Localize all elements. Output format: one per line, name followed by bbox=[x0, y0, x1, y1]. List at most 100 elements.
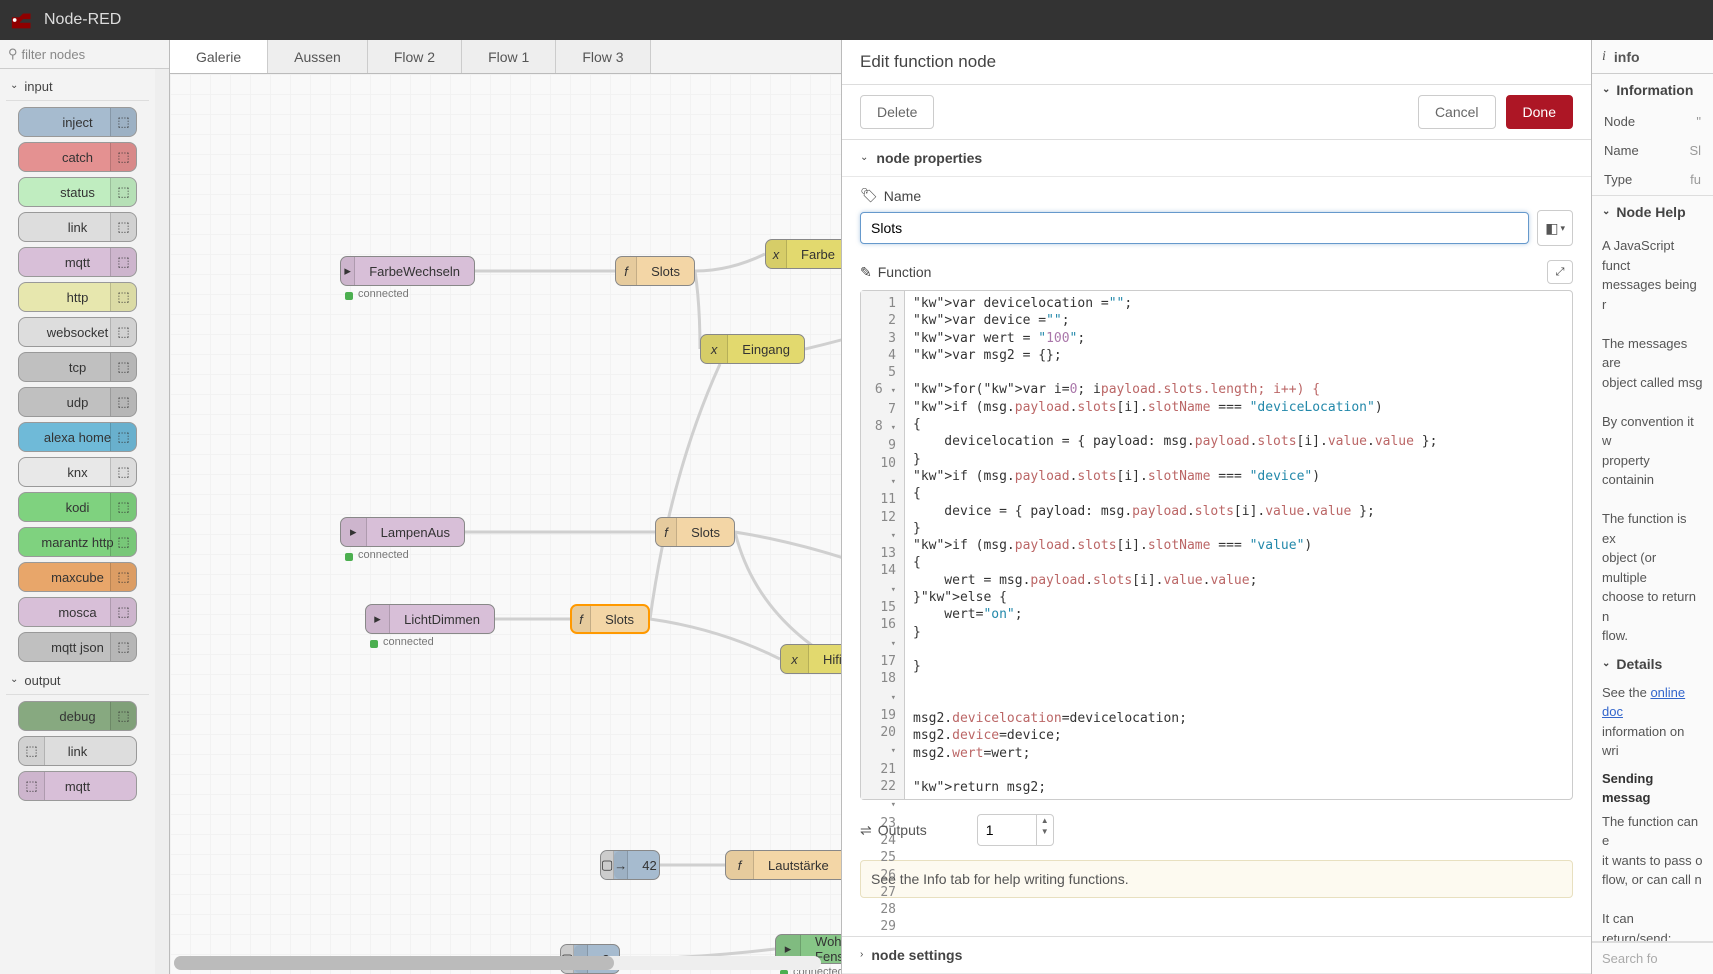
outputs-label: ⇌Outputs bbox=[860, 822, 927, 839]
node-type-icon: ⬚ bbox=[110, 108, 136, 136]
palette-filter[interactable]: ⚲ filter nodes bbox=[0, 40, 169, 69]
node-type-icon: ⬚ bbox=[110, 143, 136, 171]
delete-button[interactable]: Delete bbox=[860, 95, 934, 129]
node-icon: x bbox=[781, 645, 809, 673]
node-type-icon: ⬚ bbox=[110, 388, 136, 416]
node-type-icon: ⬚ bbox=[110, 213, 136, 241]
node-icon: ◧ bbox=[1545, 220, 1558, 237]
node-type-icon: ⬚ bbox=[110, 493, 136, 521]
tab-aussen[interactable]: Aussen bbox=[268, 40, 368, 73]
node-help-section[interactable]: ⌄Node Help bbox=[1592, 196, 1713, 228]
flow-node-farbe_sw[interactable]: xFarbe bbox=[765, 239, 841, 269]
tab-flow-3[interactable]: Flow 3 bbox=[556, 40, 650, 73]
palette-node-kodi[interactable]: ⬚kodi bbox=[18, 492, 137, 522]
search-icon: ⚲ bbox=[8, 46, 18, 62]
name-input[interactable] bbox=[860, 212, 1529, 244]
palette-node-knx[interactable]: ⬚knx bbox=[18, 457, 137, 487]
node-type-icon: ⬚ bbox=[110, 528, 136, 556]
flow-node-eingang[interactable]: xEingang bbox=[700, 334, 805, 364]
editor-title: Edit function node bbox=[842, 40, 1591, 85]
node-type-icon: ⬚ bbox=[110, 283, 136, 311]
node-icon: f bbox=[656, 518, 677, 546]
palette-node-link[interactable]: ⬚link bbox=[18, 736, 137, 766]
palette-node-mqtt[interactable]: ⬚mqtt bbox=[18, 771, 137, 801]
tag-icon: 🏷 bbox=[860, 187, 878, 204]
node-type-icon: ⬚ bbox=[110, 353, 136, 381]
node-type-icon: ⬚ bbox=[110, 178, 136, 206]
spinner-down[interactable]: ▼ bbox=[1037, 826, 1053, 837]
flow-node-slots2[interactable]: fSlots bbox=[655, 517, 735, 547]
node-type-icon: ⬚ bbox=[110, 248, 136, 276]
info-panel: i info ⌄Information Node"NameSlTypefu ⌄N… bbox=[1591, 40, 1713, 974]
node-editor-panel: Edit function node Delete Cancel Done ⌄ … bbox=[841, 40, 1591, 974]
palette-node-catch[interactable]: ⬚catch bbox=[18, 142, 137, 172]
palette-node-tcp[interactable]: ⬚tcp bbox=[18, 352, 137, 382]
node-type-icon: ⬚ bbox=[110, 318, 136, 346]
flow-tabs: GalerieAussenFlow 2Flow 1Flow 3 bbox=[170, 40, 841, 74]
info-icon: i bbox=[1602, 49, 1606, 65]
palette-node-alexa-home[interactable]: ⬚alexa home bbox=[18, 422, 137, 452]
tab-flow-1[interactable]: Flow 1 bbox=[462, 40, 556, 73]
node-type-icon: ⬚ bbox=[110, 458, 136, 486]
palette-node-debug[interactable]: ⬚debug bbox=[18, 701, 137, 731]
tab-flow-2[interactable]: Flow 2 bbox=[368, 40, 462, 73]
flow-node-farbewechseln[interactable]: ▸FarbeWechseln bbox=[340, 256, 475, 286]
flow-node-node_42[interactable]: ▢→42 bbox=[600, 850, 660, 880]
flow-node-slots3[interactable]: fSlots bbox=[570, 604, 650, 634]
inject-button[interactable]: ▢ bbox=[601, 851, 614, 879]
information-section[interactable]: ⌄Information bbox=[1592, 74, 1713, 106]
shuffle-icon: ⇌ bbox=[860, 822, 872, 839]
palette-node-maxcube[interactable]: ⬚maxcube bbox=[18, 562, 137, 592]
node-type-icon: ⬚ bbox=[110, 563, 136, 591]
appearance-button[interactable]: ◧▾ bbox=[1537, 210, 1573, 246]
canvas-h-scrollbar[interactable] bbox=[174, 956, 821, 970]
flow-node-slots1[interactable]: fSlots bbox=[615, 256, 695, 286]
spinner-up[interactable]: ▲ bbox=[1037, 815, 1053, 826]
palette-node-link[interactable]: ⬚link bbox=[18, 212, 137, 242]
node-icon: → bbox=[614, 851, 628, 879]
chevron-right-icon: › bbox=[860, 949, 863, 960]
done-button[interactable]: Done bbox=[1506, 95, 1573, 129]
node-icon: f bbox=[572, 606, 591, 632]
node-properties-section[interactable]: ⌄ node properties bbox=[842, 140, 1591, 177]
node-type-icon: ⬚ bbox=[19, 737, 45, 765]
node-type-icon: ⬚ bbox=[110, 598, 136, 626]
flow-node-hifi[interactable]: xHifi Devices bbox=[780, 644, 841, 674]
app-title: Node-RED bbox=[44, 11, 121, 29]
flow-node-lichtdimmen[interactable]: ▸LichtDimmen bbox=[365, 604, 495, 634]
node-icon: x bbox=[766, 240, 787, 268]
palette-node-mqtt[interactable]: ⬚mqtt bbox=[18, 247, 137, 277]
chevron-down-icon: ⌄ bbox=[860, 152, 868, 163]
palette-panel: ⚲ filter nodes ⌄input ⬚inject ⬚catch ⬚statu… bbox=[0, 40, 170, 974]
palette-category[interactable]: ⌄output bbox=[6, 667, 149, 695]
palette-node-inject[interactable]: ⬚inject bbox=[18, 107, 137, 137]
expand-editor-button[interactable]: ⤢ bbox=[1547, 260, 1573, 284]
node-type-icon: ⬚ bbox=[110, 702, 136, 730]
palette-node-mqtt-json[interactable]: ⬚mqtt json bbox=[18, 632, 137, 662]
palette-scrollbar[interactable] bbox=[155, 69, 169, 974]
name-label: 🏷Name bbox=[860, 187, 1573, 204]
node-icon: ▸ bbox=[341, 257, 355, 285]
app-header: Node-RED bbox=[0, 0, 1713, 40]
palette-node-status[interactable]: ⬚status bbox=[18, 177, 137, 207]
info-search[interactable]: Search fo bbox=[1592, 942, 1713, 974]
outputs-spinner[interactable]: ▲▼ bbox=[977, 814, 1054, 846]
flow-canvas[interactable]: ▸FarbeWechselnconnectedfSlotsxFarbe▸msg≡… bbox=[170, 74, 841, 974]
function-code-editor[interactable]: 123456 ▾78 ▾910 ▾1112 ▾1314 ▾1516 ▾1718 … bbox=[860, 290, 1573, 800]
palette-node-udp[interactable]: ⬚udp bbox=[18, 387, 137, 417]
palette-node-marantz-http[interactable]: ⬚marantz http bbox=[18, 527, 137, 557]
palette-node-mosca[interactable]: ⬚mosca bbox=[18, 597, 137, 627]
node-type-icon: ⬚ bbox=[110, 633, 136, 661]
palette-node-websocket[interactable]: ⬚websocket bbox=[18, 317, 137, 347]
palette-category[interactable]: ⌄input bbox=[6, 73, 149, 101]
node-type-icon: ⬚ bbox=[19, 772, 45, 800]
tab-galerie[interactable]: Galerie bbox=[170, 40, 268, 73]
node-icon: ▸ bbox=[366, 605, 390, 633]
flow-node-lampenaus[interactable]: ▸LampenAus bbox=[340, 517, 465, 547]
node-settings-section[interactable]: › node settings bbox=[842, 936, 1591, 974]
cancel-button[interactable]: Cancel bbox=[1418, 95, 1496, 129]
app-logo: Node-RED bbox=[10, 11, 121, 29]
flow-node-lautstaerke[interactable]: fLautstärke bbox=[725, 850, 841, 880]
info-tab[interactable]: i info bbox=[1592, 40, 1713, 74]
palette-node-http[interactable]: ⬚http bbox=[18, 282, 137, 312]
